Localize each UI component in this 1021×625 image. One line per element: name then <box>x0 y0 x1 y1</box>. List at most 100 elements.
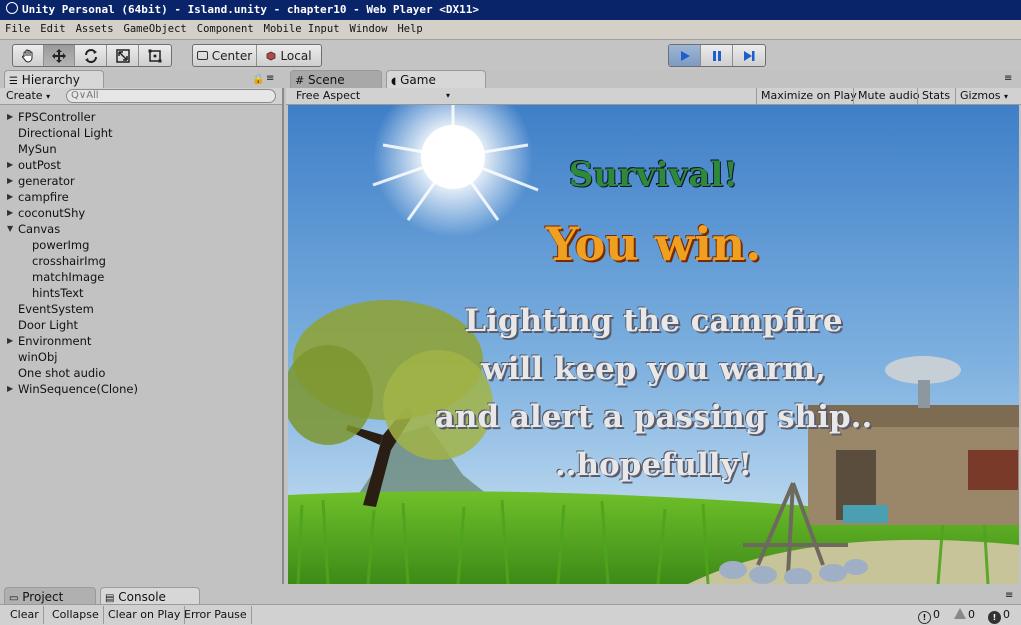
pause-button[interactable] <box>701 45 733 66</box>
hierarchy-item[interactable]: crosshairImg <box>32 253 106 269</box>
menu-item-mobile-input[interactable]: Mobile Input <box>259 20 345 39</box>
clear-on-play-toggle[interactable]: Clear on Play <box>104 606 186 624</box>
hierarchy-item[interactable]: ▶ generator <box>7 173 75 189</box>
hierarchy-item[interactable]: ▼ Canvas <box>7 221 61 237</box>
aspect-dropdown[interactable]: Free Aspect ▾ <box>292 88 452 104</box>
window-title: Unity Personal (64bit) - Island.unity - … <box>22 3 479 16</box>
hierarchy-toolbar: Create ▾ Q∨All <box>0 88 282 105</box>
console-icon: ▤ <box>105 593 115 604</box>
maximize-on-play-toggle[interactable]: Maximize on Play <box>756 88 857 104</box>
console-toolbar: Clear Collapse Clear on Play Error Pause… <box>0 604 1021 625</box>
hierarchy-item[interactable]: ▶ coconutShy <box>7 205 85 221</box>
menu-item-assets[interactable]: Assets <box>71 20 119 39</box>
list-icon: ☰ <box>9 76 18 87</box>
warning-count-toggle[interactable]: 0 <box>954 606 975 624</box>
hierarchy-item-label: campfire <box>18 190 69 204</box>
gizmos-dropdown[interactable]: Gizmos ▾ <box>955 88 1017 104</box>
collapse-toggle[interactable]: Collapse <box>48 606 104 624</box>
hierarchy-item-label: powerImg <box>32 238 90 252</box>
hierarchy-item-label: Canvas <box>18 222 61 236</box>
hand-tool-button[interactable] <box>13 45 44 66</box>
expand-arrow-right-icon[interactable]: ▶ <box>7 333 13 349</box>
error-count-toggle[interactable]: ! 0 <box>988 606 1010 624</box>
hand-icon <box>22 49 33 63</box>
error-pause-toggle[interactable]: Error Pause <box>180 606 252 624</box>
hierarchy-item[interactable]: One shot audio <box>18 365 105 381</box>
game-view-panel: Free Aspect ▾ Maximize on Play Mute audi… <box>286 88 1021 584</box>
scene-tab-label: Scene <box>308 73 345 87</box>
pivot-local-button[interactable]: Local <box>257 45 321 66</box>
panel-menu-icon[interactable]: ≡ <box>1004 73 1012 84</box>
game-message: Lighting the campfire will keep you warm,… <box>288 297 1019 489</box>
hierarchy-item[interactable]: MySun <box>18 141 57 157</box>
hierarchy-item[interactable]: EventSystem <box>18 301 94 317</box>
expand-arrow-right-icon[interactable]: ▶ <box>7 189 13 205</box>
expand-arrow-right-icon[interactable]: ▶ <box>7 173 13 189</box>
hierarchy-item[interactable]: hintsText <box>32 285 84 301</box>
clear-button[interactable]: Clear <box>6 606 44 624</box>
hierarchy-item[interactable]: ▶ Environment <box>7 333 92 349</box>
info-icon: ! <box>918 611 931 624</box>
tab-game[interactable]: ◖ Game <box>386 70 486 89</box>
play-button[interactable] <box>669 45 701 66</box>
playback-controls <box>668 44 766 67</box>
hierarchy-item[interactable]: ▶ campfire <box>7 189 69 205</box>
stats-toggle[interactable]: Stats <box>917 88 955 104</box>
step-button[interactable] <box>733 45 765 66</box>
game-toolbar: Free Aspect ▾ Maximize on Play Mute audi… <box>286 88 1021 105</box>
hierarchy-item-label: generator <box>18 174 75 188</box>
lock-icon[interactable]: 🔒 <box>252 74 264 85</box>
expand-arrow-down-icon[interactable]: ▼ <box>7 221 13 237</box>
expand-arrow-right-icon[interactable]: ▶ <box>7 205 13 221</box>
console-panel: ▭ Project ▤ Console ≡ Clear Collapse Cle… <box>0 584 1021 625</box>
hierarchy-item[interactable]: Door Light <box>18 317 78 333</box>
expand-arrow-right-icon[interactable]: ▶ <box>7 381 13 397</box>
create-label: Create <box>6 89 43 102</box>
rect-tool-button[interactable] <box>139 45 171 66</box>
menu-item-gameobject[interactable]: GameObject <box>119 20 192 39</box>
expand-arrow-right-icon[interactable]: ▶ <box>7 109 13 125</box>
panel-menu-icon[interactable]: ≡ <box>1005 590 1013 601</box>
create-dropdown[interactable]: Create ▾ <box>6 89 50 102</box>
mute-audio-toggle[interactable]: Mute audio <box>853 88 920 104</box>
hierarchy-item[interactable]: winObj <box>18 349 57 365</box>
stats-label: Stats <box>922 89 951 102</box>
expand-arrow-right-icon[interactable]: ▶ <box>7 157 13 173</box>
hierarchy-item[interactable]: ▶ outPost <box>7 157 61 173</box>
hierarchy-item[interactable]: ▶ WinSequence(Clone) <box>7 381 138 397</box>
info-count-toggle[interactable]: ! 0 <box>918 606 940 624</box>
menu-item-edit[interactable]: Edit <box>35 20 70 39</box>
rotate-icon <box>84 48 97 63</box>
menu-item-window[interactable]: Window <box>345 20 393 39</box>
rect-tool-icon <box>148 49 162 62</box>
tab-hierarchy[interactable]: ☰ Hierarchy <box>4 70 104 89</box>
move-tool-button[interactable] <box>44 45 75 66</box>
hierarchy-item-label: matchImage <box>32 270 105 284</box>
hierarchy-item-label: outPost <box>18 158 61 172</box>
unity-logo-icon <box>6 2 18 14</box>
space-label: Local <box>280 48 312 63</box>
warning-count: 0 <box>968 608 975 621</box>
rotate-tool-button[interactable] <box>75 45 107 66</box>
pivot-center-button[interactable]: Center <box>193 45 257 66</box>
aspect-label: Free Aspect <box>296 89 361 102</box>
menu-item-help[interactable]: Help <box>392 20 427 39</box>
menu-item-file[interactable]: File <box>0 20 35 39</box>
hierarchy-item[interactable]: matchImage <box>32 269 104 285</box>
hierarchy-item[interactable]: ▶ FPSController <box>7 109 95 125</box>
hierarchy-item-label: Environment <box>18 334 92 348</box>
hierarchy-search-input[interactable]: Q∨All <box>66 89 276 103</box>
menu-item-component[interactable]: Component <box>192 20 259 39</box>
mute-label: Mute audio <box>858 89 920 102</box>
scale-icon <box>115 48 130 63</box>
dropdown-arrow-icon: ▾ <box>1004 92 1009 101</box>
hierarchy-item-label: winObj <box>18 350 58 364</box>
tab-scene[interactable]: # Scene <box>290 70 382 89</box>
panel-menu-icon[interactable]: ≡ <box>266 73 274 84</box>
hierarchy-item[interactable]: Directional Light <box>18 125 113 141</box>
scale-tool-button[interactable] <box>107 45 139 66</box>
game-message-line: will keep you warm, <box>481 351 826 387</box>
game-viewport[interactable]: Survival! You win. Lighting the campfire… <box>288 105 1019 584</box>
menu-bar: File Edit Assets GameObject Component Mobile … <box>0 20 1021 40</box>
hierarchy-item[interactable]: powerImg <box>32 237 89 253</box>
